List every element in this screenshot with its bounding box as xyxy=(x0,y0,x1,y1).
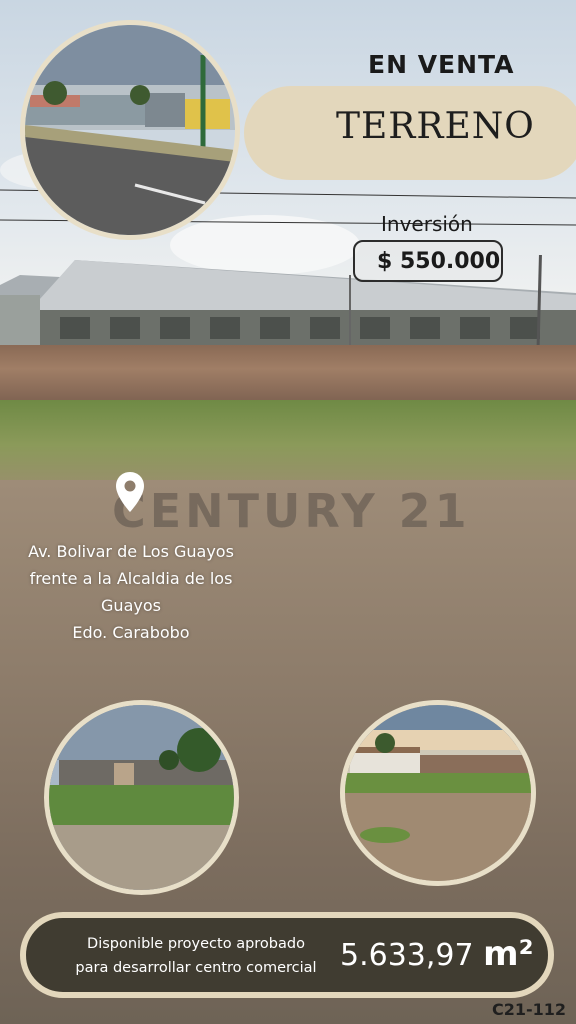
price-label: Inversión xyxy=(381,212,473,236)
project-line-1: Disponible proyecto aprobado xyxy=(87,936,305,952)
address-line-2: frente a la Alcaldia de los xyxy=(29,569,233,588)
property-type-label: TERRENO xyxy=(336,106,535,147)
project-line-2: para desarrollar centro comercial xyxy=(75,960,317,976)
address-line-1: Av. Bolivar de Los Guayos xyxy=(28,542,234,561)
address-line-4: Edo. Carabobo xyxy=(72,623,190,642)
project-description: Disponible proyecto aprobado para desarr… xyxy=(56,932,336,980)
area-unit: m² xyxy=(483,934,534,974)
area-number: 5.633,97 xyxy=(340,938,474,973)
brick-wall xyxy=(0,345,576,405)
listing-code: C21-112 xyxy=(492,1000,567,1019)
info-bar: Disponible proyecto aprobado para desarr… xyxy=(20,912,554,998)
watermark-logo: CENTURY 21 xyxy=(112,484,471,538)
sale-status-heading: EN VENTA xyxy=(368,50,515,79)
address-block: Av. Bolivar de Los Guayos frente a la Al… xyxy=(0,538,262,646)
location-pin-icon xyxy=(116,472,144,512)
price-badge: $ 550.000 xyxy=(353,240,503,282)
grass-strip xyxy=(0,400,576,490)
photo-street-view xyxy=(20,20,240,240)
price-value: $ 550.000 xyxy=(377,249,501,274)
property-type-banner: TERRENO xyxy=(244,86,576,180)
photo-lot-right xyxy=(340,700,536,886)
address-line-3: Guayos xyxy=(101,596,161,615)
area-value: 5.633,97 m² xyxy=(340,934,533,974)
photo-lot-left xyxy=(44,700,239,895)
